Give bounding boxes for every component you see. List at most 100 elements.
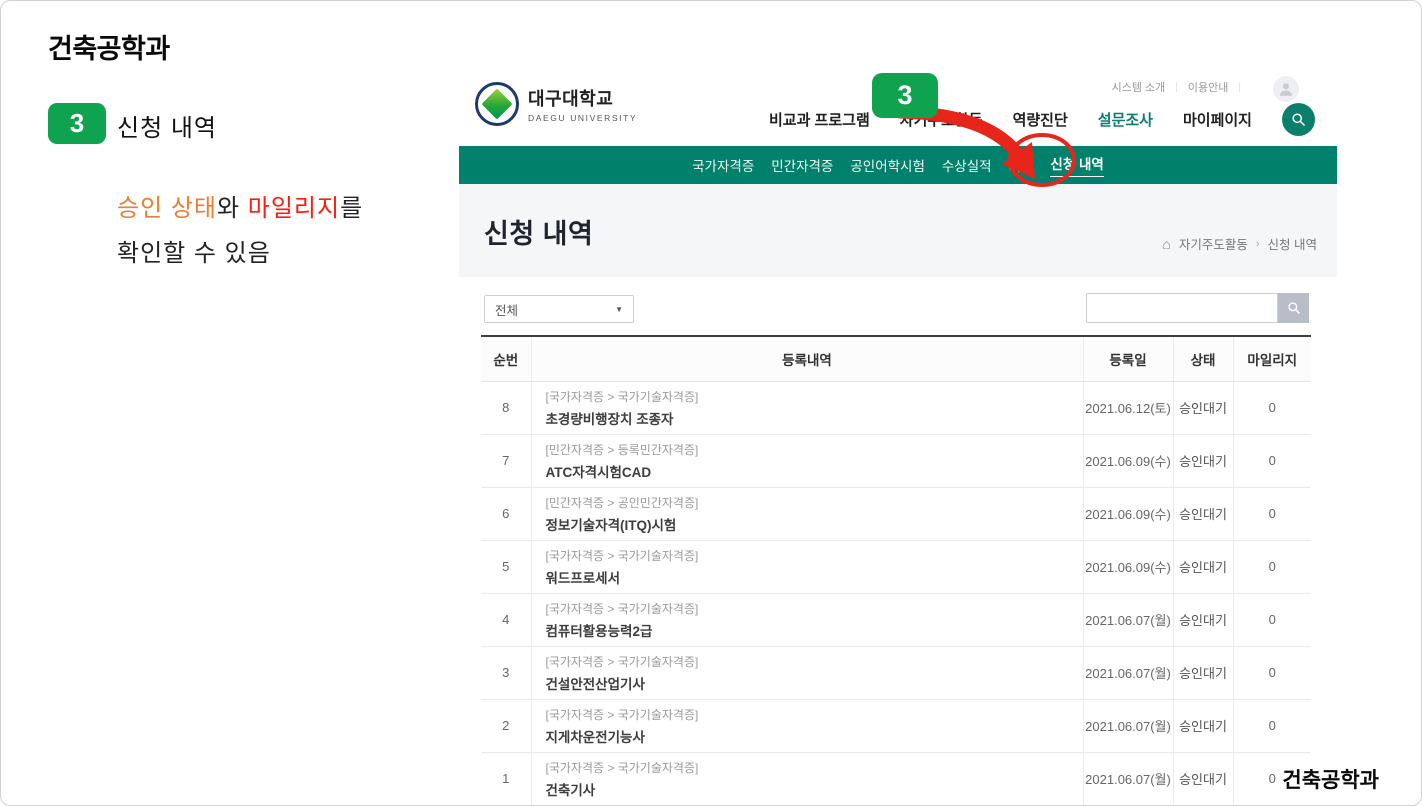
header-date: 등록일 [1083,336,1173,381]
logo-name-korean: 대구대학교 [528,85,637,111]
row-mileage: 0 [1233,540,1311,593]
row-date: 2021.06.07(월) [1083,646,1173,699]
row-name-link[interactable]: 정보기술자격(ITQ)시험 [546,514,1073,534]
header-no: 순번 [481,336,531,381]
row-category: [민간자격증 > 등록민간자격증] [546,441,1073,458]
subnav-others[interactable]: 기타 [1009,155,1034,175]
row-detail: [국가자격증 > 국가기술자격증] 지게차운전기능사 [531,699,1083,752]
row-status: 승인대기 [1173,540,1233,593]
sub-navigation: 국가자격증 민간자격증 공인어학시험 수상실적 기타 신청 내역 [459,146,1337,184]
university-logo[interactable]: 대구대학교 DAEGU UNIVERSITY [475,82,637,126]
row-mileage: 0 [1233,699,1311,752]
step-description-line2: 확인할 수 있음 [117,233,271,268]
portal-screenshot: 대구대학교 DAEGU UNIVERSITY 시스템 소개 | 이용안내 | 비… [459,69,1337,761]
table-search [1086,293,1309,323]
user-avatar[interactable] [1273,76,1299,102]
category-filter-dropdown[interactable]: 전체 ▼ [484,295,634,323]
row-date: 2021.06.07(월) [1083,699,1173,752]
row-no: 1 [481,752,531,805]
search-icon [1287,301,1301,315]
row-no: 7 [481,434,531,487]
row-mileage: 0 [1233,646,1311,699]
row-name-link[interactable]: 컴퓨터활용능력2급 [546,620,1073,640]
row-date: 2021.06.09(수) [1083,540,1173,593]
row-detail: [민간자격증 > 등록민간자격증] ATC자격시험CAD [531,434,1083,487]
row-detail: [국가자격증 > 국가기술자격증] 건축기사 [531,752,1083,805]
breadcrumb: ⌂ 자기주도활동 › 신청 내역 [1162,234,1317,253]
subnav-private-certificates[interactable]: 민간자격증 [771,155,833,175]
row-status: 승인대기 [1173,646,1233,699]
nav-mypage[interactable]: 마이페이지 [1183,109,1252,130]
row-status: 승인대기 [1173,752,1233,805]
breadcrumb-level2: 신청 내역 [1268,234,1317,253]
link-usage-guide[interactable]: 이용안내 [1188,79,1228,95]
row-date: 2021.06.07(월) [1083,593,1173,646]
row-detail: [국가자격증 > 국가기술자격증] 건설안전산업기사 [531,646,1083,699]
row-category: [국가자격증 > 국가기술자격증] [546,388,1073,405]
slide-footer: 건축공학과 [1282,764,1379,794]
row-name-link[interactable]: 건축기사 [546,779,1073,799]
row-no: 3 [481,646,531,699]
table-row: 4 [국가자격증 > 국가기술자격증] 컴퓨터활용능력2급 2021.06.07… [481,593,1311,646]
header-status: 상태 [1173,336,1233,381]
row-name-link[interactable]: ATC자격시험CAD [546,461,1073,481]
step-desc-mid: 와 [217,195,248,222]
logo-diamond-shape [481,88,512,119]
row-category: [국가자격증 > 국가기술자격증] [546,706,1073,723]
row-status: 승인대기 [1173,434,1233,487]
application-history-table: 순번 등록내역 등록일 상태 마일리지 8 [국가자격증 > 국가기술자격증] … [481,335,1311,806]
row-name-link[interactable]: 건설안전산업기사 [546,673,1073,693]
row-no: 4 [481,593,531,646]
table-row: 1 [국가자격증 > 국가기술자격증] 건축기사 2021.06.07(월) 승… [481,752,1311,805]
row-date: 2021.06.09(수) [1083,434,1173,487]
row-category: [국가자격증 > 국가기술자격증] [546,600,1073,617]
filter-selected-value: 전체 [495,300,518,319]
row-status: 승인대기 [1173,593,1233,646]
search-input[interactable] [1086,293,1278,323]
breadcrumb-level1[interactable]: 자기주도활동 [1179,234,1248,253]
row-name-link[interactable]: 지게차운전기능사 [546,726,1073,746]
row-detail: [국가자격증 > 국가기술자격증] 초경량비행장치 조종자 [531,381,1083,434]
row-mileage: 0 [1233,487,1311,540]
row-no: 6 [481,487,531,540]
nav-extracurricular-program[interactable]: 비교과 프로그램 [769,109,870,130]
row-detail: [국가자격증 > 국가기술자격증] 컴퓨터활용능력2급 [531,593,1083,646]
subnav-national-certificates[interactable]: 국가자격증 [692,155,754,175]
header-search-button[interactable] [1282,103,1315,136]
row-name-link[interactable]: 초경량비행장치 조종자 [546,408,1073,428]
row-mileage: 0 [1233,593,1311,646]
chevron-down-icon: ▼ [615,305,623,314]
step-title: 신청 내역 [117,108,217,143]
row-category: [민간자격증 > 공인민간자격증] [546,494,1073,511]
row-category: [국가자격증 > 국가기술자격증] [546,547,1073,564]
row-status: 승인대기 [1173,381,1233,434]
highlight-approval-status: 승인 상태 [117,195,217,222]
table-search-button[interactable] [1278,293,1309,323]
table-row: 6 [민간자격증 > 공인민간자격증] 정보기술자격(ITQ)시험 2021.0… [481,487,1311,540]
link-system-intro[interactable]: 시스템 소개 [1112,79,1166,95]
logo-text: 대구대학교 DAEGU UNIVERSITY [528,85,637,123]
nav-survey[interactable]: 설문조사 [1098,109,1153,130]
table-row: 5 [국가자격증 > 국가기술자격증] 워드프로세서 2021.06.09(수)… [481,540,1311,593]
row-no: 2 [481,699,531,752]
utility-links: 시스템 소개 | 이용안내 | [1112,79,1241,95]
annotation-step-number: 3 [897,80,912,111]
row-no: 8 [481,381,531,434]
subnav-language-tests[interactable]: 공인어학시험 [850,155,925,175]
row-date: 2021.06.12(토) [1083,381,1173,434]
logo-name-english: DAEGU UNIVERSITY [528,113,637,123]
table-row: 3 [국가자격증 > 국가기술자격증] 건설안전산업기사 2021.06.07(… [481,646,1311,699]
subnav-application-history[interactable]: 신청 내역 [1050,153,1103,177]
row-category: [국가자격증 > 국가기술자격증] [546,653,1073,670]
utility-divider: | [1238,82,1241,93]
step-number-badge: 3 [48,103,106,144]
table-header-row: 순번 등록내역 등록일 상태 마일리지 [481,336,1311,381]
table-row: 8 [국가자격증 > 국가기술자격증] 초경량비행장치 조종자 2021.06.… [481,381,1311,434]
main-navigation: 비교과 프로그램 자기주도활동 역량진단 설문조사 마이페이지 [769,103,1315,136]
nav-competency-diagnosis[interactable]: 역량진단 [1013,109,1068,130]
home-icon[interactable]: ⌂ [1162,237,1170,251]
subnav-awards[interactable]: 수상실적 [942,155,992,175]
step-description-line1: 승인 상태와 마일리지를 [117,188,363,223]
row-status: 승인대기 [1173,487,1233,540]
row-name-link[interactable]: 워드프로세서 [546,567,1073,587]
